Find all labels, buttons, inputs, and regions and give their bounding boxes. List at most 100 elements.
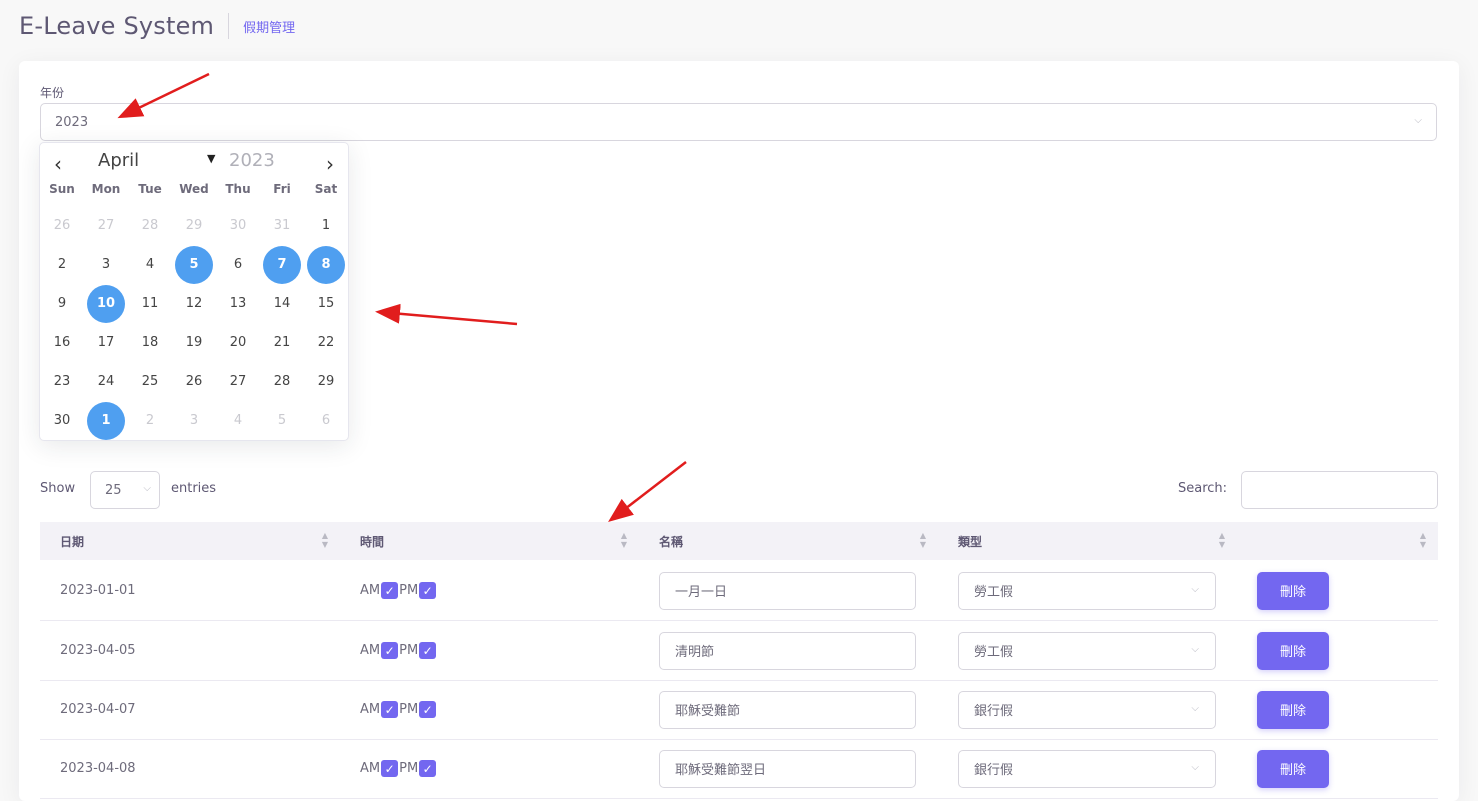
calendar-week-row: 23 24 25 26 27 28 29	[40, 362, 348, 401]
calendar-weekday-header: Sun Mon Tue Wed Thu Fri Sat	[40, 182, 348, 196]
leave-type-select[interactable]: 銀行假 ⌵	[958, 690, 1216, 729]
row-name-cell: 清明節	[639, 621, 938, 680]
calendar-day[interactable]: 29	[172, 206, 216, 245]
breadcrumb-leave-management[interactable]: 假期管理	[243, 17, 295, 36]
delete-button[interactable]: 刪除	[1257, 571, 1329, 610]
calendar-popup: ‹ April ▼ 2023 › Sun Mon Tue Wed Thu Fri Sat 2…	[39, 142, 349, 441]
calendar-day[interactable]: 19	[172, 323, 216, 362]
calendar-day[interactable]: 27	[216, 362, 260, 401]
calendar-day-number: 5	[277, 413, 287, 428]
calendar-day-number: 1	[87, 401, 125, 440]
calendar-day[interactable]: 6	[304, 401, 348, 440]
calendar-day[interactable]: 13	[216, 284, 260, 323]
calendar-weekday-label: Fri	[273, 182, 291, 196]
calendar-day[interactable]: 21	[260, 323, 304, 362]
calendar-month-select[interactable]: April	[98, 150, 222, 171]
calendar-day[interactable]: 30	[40, 401, 84, 440]
calendar-day[interactable]: 31	[260, 206, 304, 245]
calendar-day[interactable]: 28	[260, 362, 304, 401]
page-length-select[interactable]: 25 ⌵	[90, 471, 160, 509]
holiday-name-input[interactable]: 清明節	[659, 631, 916, 670]
leave-type-select[interactable]: 銀行假 ⌵	[958, 749, 1216, 788]
calendar-next-month-icon[interactable]: ›	[320, 152, 340, 176]
row-action-cell: 刪除	[1237, 680, 1438, 739]
year-select[interactable]: 2023 ⌵	[40, 103, 1437, 141]
holiday-name-input[interactable]: 耶穌受難節翌日	[659, 749, 916, 788]
calendar-weekday-label: Wed	[179, 182, 209, 196]
calendar-day-selected[interactable]: 5	[172, 245, 216, 284]
calendar-day-number: 2	[145, 413, 155, 428]
calendar-day[interactable]: 14	[260, 284, 304, 323]
leave-type-select[interactable]: 勞工假 ⌵	[958, 571, 1216, 610]
calendar-day[interactable]: 3	[84, 245, 128, 284]
calendar-year-input[interactable]: 2023	[229, 150, 275, 171]
holiday-name-input[interactable]: 一月一日	[659, 571, 916, 610]
calendar-day-number: 11	[141, 296, 159, 311]
calendar-day-selected[interactable]: 8	[304, 245, 348, 284]
calendar-day[interactable]: 24	[84, 362, 128, 401]
calendar-day[interactable]: 30	[216, 206, 260, 245]
chevron-down-icon: ⌵	[1191, 761, 1199, 773]
calendar-day-number: 12	[185, 296, 203, 311]
column-header-time[interactable]: 時間 ▲ ▼	[340, 522, 639, 560]
calendar-day[interactable]: 26	[40, 206, 84, 245]
calendar-day[interactable]: 11	[128, 284, 172, 323]
am-checkbox[interactable]: ✓	[381, 582, 399, 599]
pm-checkbox[interactable]: ✓	[419, 582, 437, 599]
row-time: AM ✓ PM ✓	[340, 561, 639, 620]
pm-checkbox[interactable]: ✓	[419, 760, 437, 777]
calendar-prev-month-icon[interactable]: ‹	[48, 152, 68, 176]
am-checkbox[interactable]: ✓	[381, 642, 399, 659]
chevron-down-icon: ⌵	[1414, 115, 1422, 126]
row-date: 2023-04-07	[60, 702, 136, 717]
calendar-day[interactable]: 4	[128, 245, 172, 284]
calendar-day[interactable]: 16	[40, 323, 84, 362]
search-input[interactable]	[1241, 471, 1438, 509]
delete-button[interactable]: 刪除	[1257, 631, 1329, 670]
am-label: AM	[360, 761, 381, 776]
calendar-day-selected[interactable]: 7	[260, 245, 304, 284]
am-checkbox[interactable]: ✓	[381, 760, 399, 777]
table-row: 2023-04-07 AM ✓ PM ✓ 耶穌受難節 銀行假 ⌵ 刪除	[40, 680, 1438, 740]
calendar-day[interactable]: 1	[304, 206, 348, 245]
calendar-day-selected[interactable]: 10	[84, 284, 128, 323]
calendar-day[interactable]: 20	[216, 323, 260, 362]
calendar-day[interactable]: 17	[84, 323, 128, 362]
calendar-day[interactable]: 3	[172, 401, 216, 440]
calendar-day[interactable]: 5	[260, 401, 304, 440]
column-header-name[interactable]: 名稱 ▲ ▼	[639, 522, 938, 560]
pm-label: PM	[399, 643, 419, 658]
calendar-day[interactable]: 29	[304, 362, 348, 401]
column-header-date[interactable]: 日期 ▲ ▼	[40, 522, 340, 560]
row-name-cell: 耶穌受難節翌日	[639, 739, 938, 798]
calendar-day-selected[interactable]: 1	[84, 401, 128, 440]
delete-button[interactable]: 刪除	[1257, 749, 1329, 788]
pm-checkbox[interactable]: ✓	[419, 701, 437, 718]
calendar-day[interactable]: 2	[128, 401, 172, 440]
calendar-day-number: 29	[185, 218, 203, 233]
calendar-day[interactable]: 18	[128, 323, 172, 362]
calendar-day[interactable]: 9	[40, 284, 84, 323]
calendar-day[interactable]: 2	[40, 245, 84, 284]
calendar-day[interactable]: 23	[40, 362, 84, 401]
calendar-day[interactable]: 26	[172, 362, 216, 401]
calendar-day[interactable]: 12	[172, 284, 216, 323]
calendar-day[interactable]: 25	[128, 362, 172, 401]
calendar-day[interactable]: 6	[216, 245, 260, 284]
calendar-day[interactable]: 4	[216, 401, 260, 440]
calendar-weekday-label: Tue	[138, 182, 162, 196]
calendar-day[interactable]: 28	[128, 206, 172, 245]
calendar-day[interactable]: 15	[304, 284, 348, 323]
leave-type-select[interactable]: 勞工假 ⌵	[958, 631, 1216, 670]
chevron-down-icon: ⌵	[1191, 702, 1199, 714]
calendar-day[interactable]: 22	[304, 323, 348, 362]
column-header-type[interactable]: 類型 ▲ ▼	[938, 522, 1237, 560]
calendar-day-number: 27	[229, 374, 247, 389]
pm-checkbox[interactable]: ✓	[419, 642, 437, 659]
chevron-down-icon: ⌵	[1191, 583, 1199, 595]
column-header-action[interactable]: ▲ ▼	[1237, 522, 1438, 560]
holiday-name-input[interactable]: 耶穌受難節	[659, 690, 916, 729]
delete-button[interactable]: 刪除	[1257, 690, 1329, 729]
am-checkbox[interactable]: ✓	[381, 701, 399, 718]
calendar-day[interactable]: 27	[84, 206, 128, 245]
